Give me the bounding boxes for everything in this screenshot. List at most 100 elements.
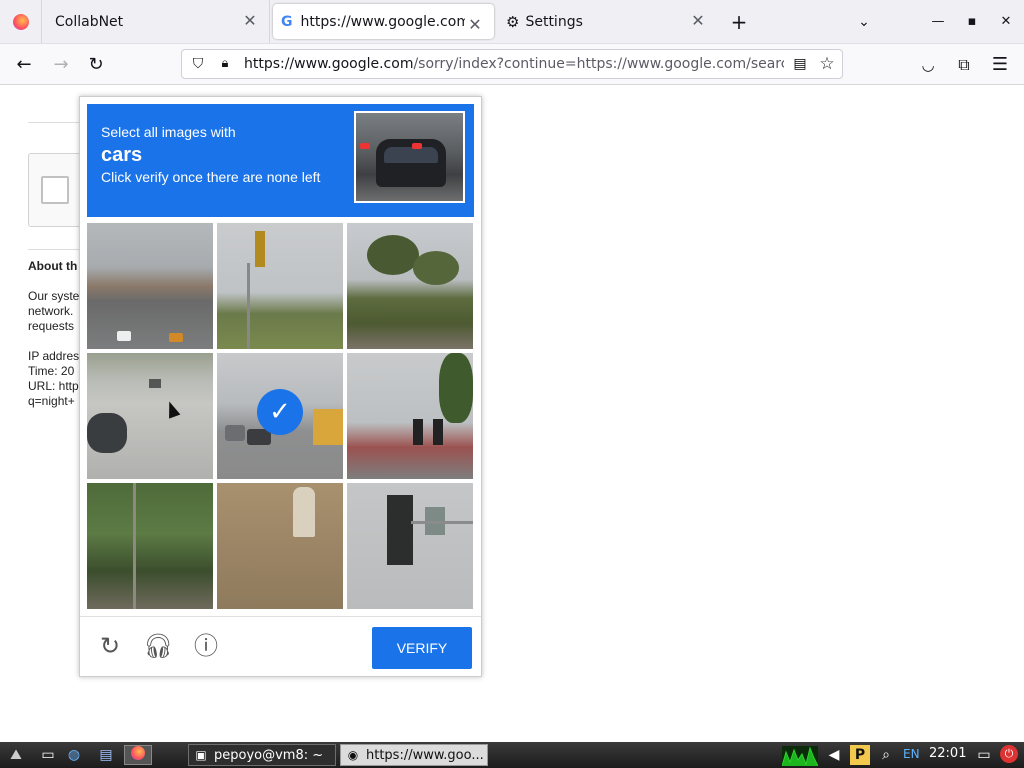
- ip-address-line: IP addres: [28, 349, 80, 363]
- target-object: cars: [101, 144, 143, 166]
- instruction-text: Select all images with: [101, 124, 236, 140]
- tab-label: CollabNet: [55, 13, 124, 30]
- challenge-header: Select all images with cars Click verify…: [87, 104, 474, 217]
- captcha-tile[interactable]: [217, 223, 343, 349]
- palm-tree-shape: [367, 235, 419, 275]
- taskbar: ⛰ ▭ ◍ ▤ ▣ pepoyo@vm8: ~ ◉ https://www.go…: [0, 742, 1024, 768]
- recaptcha-challenge: Select all images with cars Click verify…: [79, 96, 482, 677]
- forward-icon[interactable]: →: [49, 53, 73, 77]
- tab-settings[interactable]: ⚙ Settings ✕: [496, 0, 717, 43]
- keyboard-layout[interactable]: EN: [903, 747, 920, 761]
- traffic-light-shape: [387, 495, 413, 565]
- terminal-icon: ▣: [195, 748, 207, 762]
- hamburger-menu-icon[interactable]: ☰: [988, 53, 1012, 77]
- captcha-tile[interactable]: ✓: [217, 353, 343, 479]
- captcha-tile[interactable]: [217, 483, 343, 609]
- gear-icon: ⚙: [506, 12, 520, 31]
- show-desktop-icon[interactable]: ▭: [38, 745, 58, 765]
- list-all-tabs-button[interactable]: ⌄: [852, 10, 876, 34]
- file-manager-icon[interactable]: ▤: [96, 745, 116, 765]
- start-menu-icon[interactable]: ⛰: [6, 745, 26, 765]
- lock-icon[interactable]: 🔒︎: [215, 54, 235, 74]
- reload-icon[interactable]: ↻: [84, 53, 108, 77]
- selected-check-icon: ✓: [257, 389, 303, 435]
- reload-challenge-icon[interactable]: ↻: [95, 631, 125, 661]
- verify-button[interactable]: VERIFY: [372, 627, 472, 669]
- about-text-line: network.: [28, 304, 74, 318]
- minimize-icon[interactable]: —: [928, 12, 948, 32]
- sample-car-image: [354, 111, 465, 203]
- firefox-icon: ◉: [347, 748, 359, 762]
- url-text[interactable]: https://www.google.com/sorry/index?conti…: [244, 56, 784, 72]
- info-icon[interactable]: ⓘ: [191, 631, 221, 661]
- pole-shape: [411, 521, 473, 524]
- tracking-protection-icon[interactable]: ⛉: [188, 54, 208, 74]
- pole-shape: [247, 263, 250, 349]
- about-text-line: Our syste: [28, 289, 80, 303]
- captcha-tile[interactable]: [347, 483, 473, 609]
- bookmark-star-icon[interactable]: ☆: [816, 53, 838, 75]
- clock[interactable]: 22:01: [929, 746, 966, 761]
- firefox-icon: [131, 746, 145, 760]
- display-icon[interactable]: ▭: [974, 745, 994, 765]
- traffic-light-shape: [255, 231, 265, 267]
- captcha-tile[interactable]: [87, 483, 213, 609]
- volume-icon[interactable]: ◀: [824, 745, 844, 765]
- taskbar-terminal-label: pepoyo@vm8: ~: [214, 747, 324, 763]
- clipboard-icon[interactable]: P: [850, 745, 870, 765]
- cpu-graph-icon: [782, 746, 818, 766]
- close-tab-icon[interactable]: ✕: [466, 16, 484, 34]
- firefox-menu-tab[interactable]: [0, 0, 42, 43]
- image-grid: ✓: [87, 223, 474, 610]
- extensions-icon[interactable]: ⧉: [952, 53, 976, 77]
- back-icon[interactable]: ←: [12, 53, 36, 77]
- recaptcha-checkbox[interactable]: [41, 176, 69, 204]
- close-tab-icon[interactable]: ✕: [241, 12, 259, 30]
- close-window-icon[interactable]: ✕: [996, 12, 1016, 32]
- url-line[interactable]: q=night+: [28, 394, 75, 408]
- tree-shape: [439, 353, 473, 423]
- captcha-tile[interactable]: [87, 223, 213, 349]
- tab-google-sorry[interactable]: G https://www.google.com/sorry/index?con…: [273, 4, 494, 39]
- car-shape: [169, 333, 183, 342]
- close-tab-icon[interactable]: ✕: [689, 12, 707, 30]
- bus-shape: [313, 409, 343, 445]
- audio-challenge-icon[interactable]: 🎧︎: [143, 631, 173, 661]
- reader-view-icon[interactable]: ▤: [790, 54, 810, 74]
- captcha-tile[interactable]: [347, 223, 473, 349]
- pocket-icon[interactable]: ◡: [916, 53, 940, 77]
- palm-tree-shape: [413, 251, 459, 285]
- time-line: Time: 20: [28, 364, 75, 378]
- new-tab-button[interactable]: +: [726, 10, 752, 34]
- search-icon[interactable]: ⌕: [876, 745, 896, 765]
- traffic-light-shape: [413, 419, 423, 445]
- tab-label: https://www.google.com/sorry/index?conti…: [300, 13, 465, 30]
- captcha-tile[interactable]: [347, 353, 473, 479]
- car-shape: [225, 425, 245, 441]
- fire-hydrant-shape: [293, 487, 315, 537]
- url-line[interactable]: URL: http: [28, 379, 79, 393]
- navigation-toolbar: ← → ↻ ⛉ 🔒︎ https://www.google.com/sorry/…: [0, 44, 1024, 85]
- tail-light: [360, 143, 370, 149]
- firefox-launcher-icon[interactable]: [124, 745, 152, 765]
- address-bar[interactable]: ⛉ 🔒︎ https://www.google.com/sorry/index?…: [181, 49, 843, 79]
- network-globe-icon[interactable]: ◍: [64, 745, 84, 765]
- car-shape: [87, 413, 127, 453]
- captcha-tile[interactable]: [87, 353, 213, 479]
- browser-tab-strip: CollabNet ✕ G https://www.google.com/sor…: [0, 0, 1024, 44]
- power-icon[interactable]: ⏻: [1000, 745, 1018, 763]
- pole-shape: [133, 483, 136, 609]
- maximize-icon[interactable]: ▪: [962, 12, 982, 32]
- tab-collabnet[interactable]: CollabNet ✕: [43, 0, 270, 43]
- google-icon: G: [281, 13, 293, 30]
- challenge-footer: ↻ 🎧︎ ⓘ VERIFY: [80, 616, 481, 676]
- url-path: /sorry/index?continue=https://www.google…: [413, 56, 784, 72]
- car-shape: [117, 331, 131, 341]
- cpu-graph-shape: [782, 746, 818, 766]
- taskbar-terminal[interactable]: ▣ pepoyo@vm8: ~: [188, 744, 336, 766]
- about-text-line: requests: [28, 319, 75, 333]
- car-shape: [149, 379, 161, 388]
- about-heading: About th: [28, 259, 78, 273]
- tab-label: Settings: [525, 13, 583, 30]
- taskbar-browser[interactable]: ◉ https://www.goo...: [340, 744, 488, 766]
